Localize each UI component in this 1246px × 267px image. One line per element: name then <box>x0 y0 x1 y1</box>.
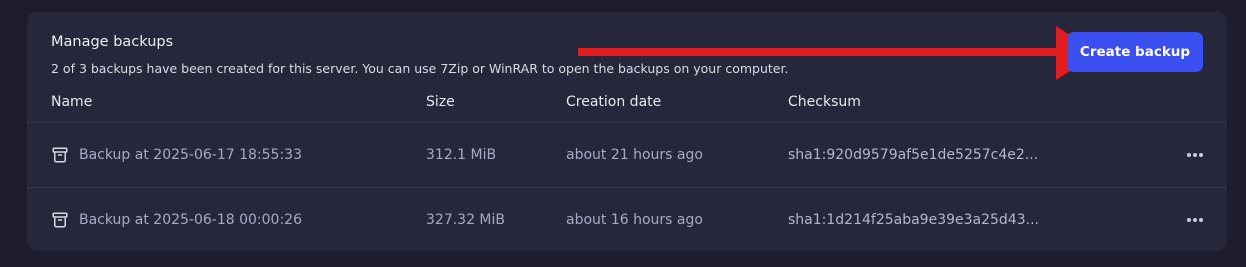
column-header-size[interactable]: Size <box>426 94 455 110</box>
backup-name[interactable]: Backup at 2025-06-18 00:00:26 <box>79 212 302 228</box>
card-title: Manage backups <box>51 34 174 50</box>
red-arrow-annotation <box>578 26 1098 80</box>
backup-name[interactable]: Backup at 2025-06-17 18:55:33 <box>79 147 302 163</box>
create-backup-button[interactable]: Create backup <box>1067 32 1203 72</box>
backup-size: 312.1 MiB <box>426 147 497 163</box>
column-header-checksum[interactable]: Checksum <box>788 94 861 110</box>
more-options-button[interactable] <box>1183 210 1207 230</box>
backup-creation-date: about 16 hours ago <box>566 212 703 228</box>
more-options-button[interactable] <box>1183 145 1207 165</box>
table-row[interactable]: Backup at 2025-06-18 00:00:26 327.32 MiB… <box>27 188 1227 251</box>
backup-checksum: sha1:920d9579af5e1de5257c4e2... <box>788 147 1039 163</box>
archive-icon <box>52 212 68 228</box>
backup-creation-date: about 21 hours ago <box>566 147 703 163</box>
column-header-creation-date[interactable]: Creation date <box>566 94 661 110</box>
more-horizontal-icon <box>1187 153 1203 157</box>
column-header-name[interactable]: Name <box>51 94 92 110</box>
backups-card: Manage backups 2 of 3 backups have been … <box>27 12 1227 251</box>
table-row[interactable]: Backup at 2025-06-17 18:55:33 312.1 MiB … <box>27 123 1227 187</box>
archive-icon <box>52 147 68 163</box>
backup-size: 327.32 MiB <box>426 212 506 228</box>
more-horizontal-icon <box>1187 218 1203 222</box>
backup-checksum: sha1:1d214f25aba9e39e3a25d43... <box>788 212 1039 228</box>
